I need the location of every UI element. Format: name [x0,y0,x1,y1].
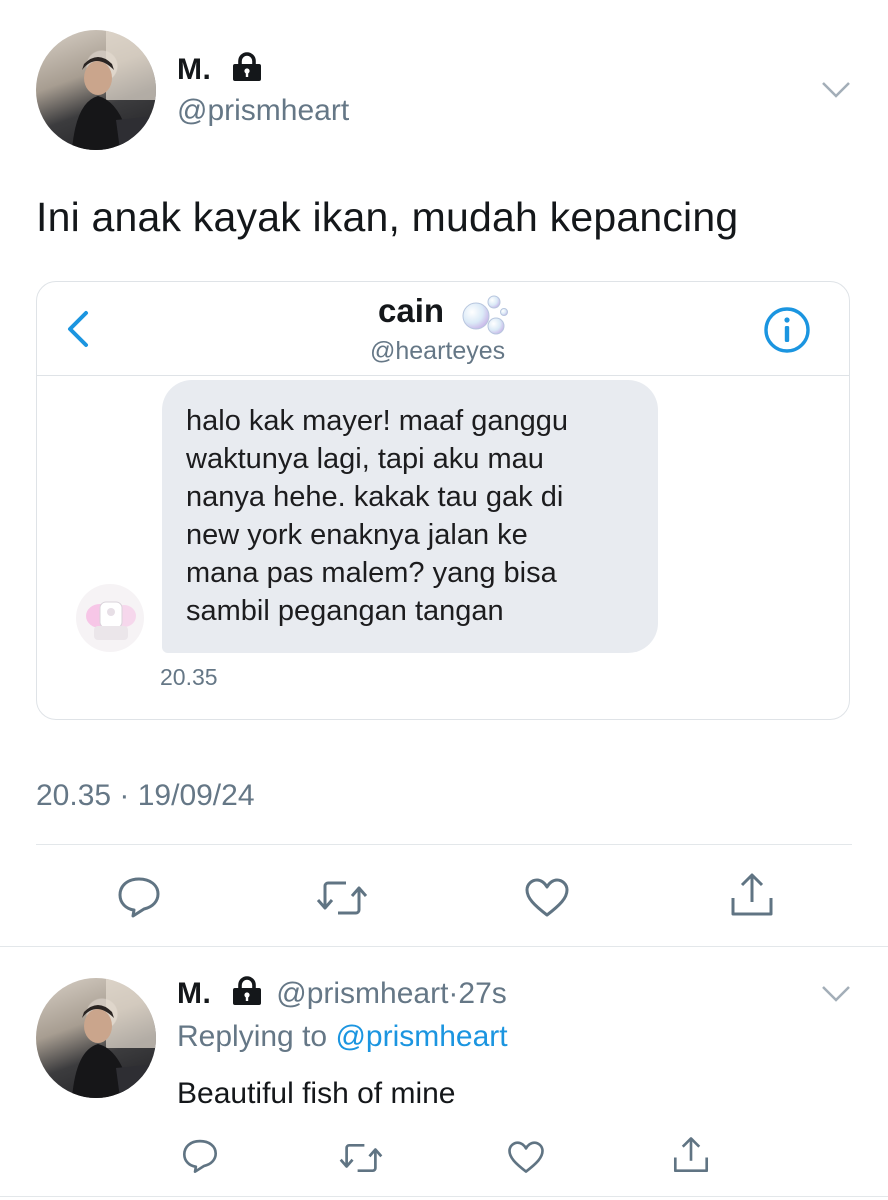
info-icon[interactable] [763,306,811,359]
reply-chevron-down-icon[interactable] [820,984,852,1009]
reply-age[interactable]: 27s [458,977,506,1010]
like-icon[interactable] [524,878,570,923]
tweet-text: Ini anak kayak ikan, mudah kepancing [36,194,739,240]
author-handle[interactable]: @prismheart [177,94,349,128]
reply-author-handle[interactable]: @prismheart [276,977,448,1010]
reply-separator: · [448,977,459,1010]
reply-retweet-icon[interactable] [339,1141,383,1180]
retweet-icon[interactable] [316,878,368,923]
author-avatar[interactable] [36,30,156,150]
chevron-down-icon[interactable] [820,80,852,105]
author-name[interactable]: M. [177,53,211,86]
dm-contact-avatar [74,582,146,654]
lock-icon [230,52,264,87]
bottom-divider [0,1196,888,1197]
tweet-timestamp[interactable]: 20.35 · 19/09/24 [36,779,255,813]
share-icon[interactable] [728,872,776,923]
reply-reply-icon[interactable] [181,1138,219,1179]
reply-author-avatar[interactable] [36,978,156,1098]
dm-contact-name: cain [378,292,445,329]
back-chevron-icon[interactable] [64,310,94,353]
replying-to-label: Replying to [177,1020,328,1053]
dm-header-divider [36,375,850,376]
tweet-divider [0,946,888,947]
dm-contact-handle: @hearteyes [370,337,506,365]
reply-like-icon[interactable] [507,1141,545,1179]
dm-message-bubble: halo kak mayer! maaf ganggu waktunya lag… [162,380,658,653]
reply-icon[interactable] [116,876,162,923]
reply-share-icon[interactable] [671,1136,711,1179]
reply-text: Beautiful fish of mine [177,1077,456,1110]
dm-message-text: halo kak mayer! maaf ganggu waktunya lag… [186,405,569,627]
actions-divider [36,844,852,845]
reply-lock-icon [230,976,264,1011]
reply-author-name[interactable]: M. [177,977,211,1010]
bubbles-emoji-icon [460,290,512,341]
replying-to-link[interactable]: @prismheart [335,1020,507,1053]
dm-message-time: 20.35 [160,664,218,690]
